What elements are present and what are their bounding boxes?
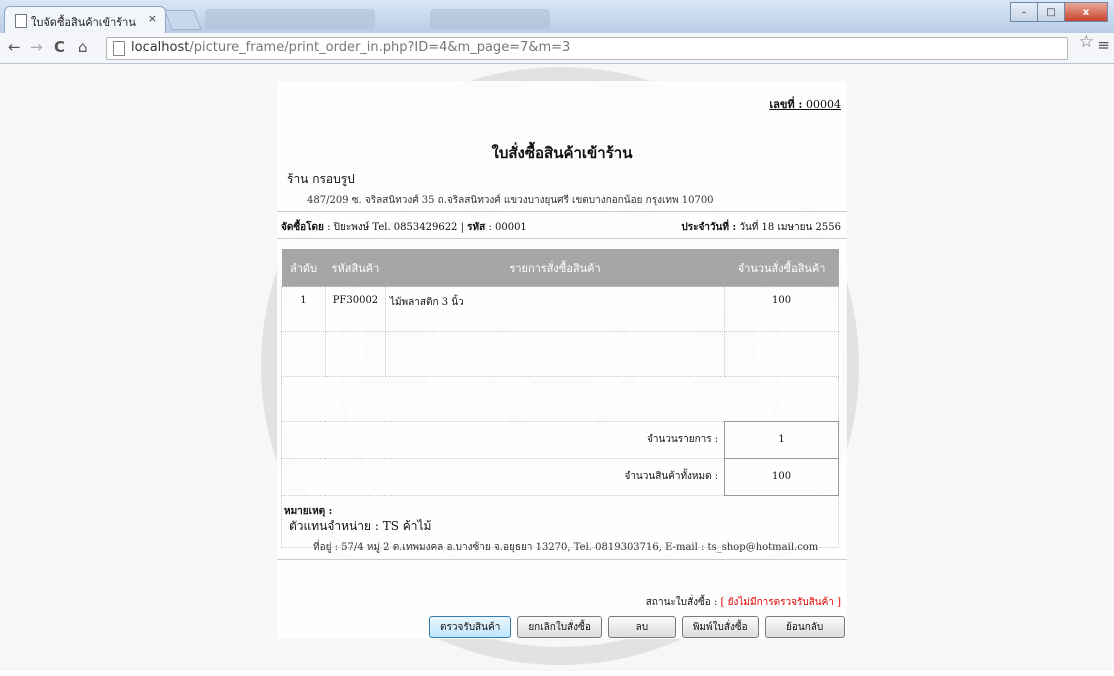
back-button[interactable]: ย้อนกลับ <box>764 616 845 638</box>
maximize-button[interactable]: □ <box>1037 2 1065 22</box>
order-date-value: วันที่ 18 เมษายน 2556 <box>739 222 841 233</box>
column-header: จำนวนสั่งซื้อสินค้า <box>724 249 839 287</box>
total-items-label: จำนวนรายการ : <box>280 421 726 459</box>
table-row: 1 PF30002 ไม้พลาสติก 3 นิ้ว 100 <box>281 286 839 332</box>
address-url: localhost/picture_frame/print_order_in.p… <box>131 40 570 55</box>
window-titlebar: ใบจัดซื้อสินค้าเข้าร้าน × – □ x <box>0 0 1114 34</box>
total-items-value: 1 <box>724 421 839 459</box>
bookmark-star-icon[interactable]: ☆ <box>1079 32 1094 52</box>
page-title: ใบสั่งซื้อสินค้าเข้าร้าน <box>491 144 633 162</box>
divider <box>277 211 847 212</box>
purchase-order-document: เลขที่ : 00004 ใบสั่งซื้อสินค้าเข้าร้าน … <box>277 81 847 639</box>
column-header: รหัสสินค้า <box>325 249 386 287</box>
column-header: รายการสั่งซื้อสินค้า <box>385 249 725 287</box>
status-badge: [ ยังไม่มีการตรวจรับสินค้า ] <box>720 597 841 608</box>
supplier-name: ตัวแทนจำหน่าย : TS ค้าไม้ <box>289 519 432 533</box>
order-items-table: ลำดับ รหัสสินค้า รายการสั่งซื้อสินค้า จำ… <box>280 249 839 548</box>
order-status: สถานะใบสั่งซื้อ : [ ยังไม่มีการตรวจรับสิ… <box>646 595 841 610</box>
page-icon <box>15 14 27 28</box>
total-items-row: จำนวนรายการ : 1 <box>280 421 839 459</box>
menu-icon[interactable]: ≡ <box>1097 36 1110 54</box>
page-viewport: เลขที่ : 00004 ใบสั่งซื้อสินค้าเข้าร้าน … <box>0 64 1114 671</box>
document-number: เลขที่ : 00004 <box>769 95 841 113</box>
table-row-empty <box>281 376 839 422</box>
tab-title: ใบจัดซื้อสินค้าเข้าร้าน <box>31 16 136 29</box>
delete-button[interactable]: ลบ <box>607 616 676 638</box>
print-order-button[interactable]: พิมพ์ใบสั่งซื้อ <box>681 616 759 638</box>
back-arrow-icon[interactable]: ← <box>8 38 21 56</box>
ordered-by-label: จัดซื้อโดย <box>281 222 324 233</box>
address-bar[interactable]: localhost/picture_frame/print_order_in.p… <box>106 37 1068 60</box>
home-icon[interactable]: ⌂ <box>78 38 88 56</box>
page-icon <box>113 41 125 56</box>
total-qty-row: จำนวนสินค้าทั้งหมด : 100 <box>280 458 839 496</box>
reload-icon[interactable]: C <box>54 38 65 56</box>
browser-toolbar: ← → C ⌂ localhost/picture_frame/print_or… <box>0 32 1114 64</box>
cancel-order-button[interactable]: ยกเลิกใบสั่งซื้อ <box>517 616 602 638</box>
order-date: ประจำวันที่ : วันที่ 18 เมษายน 2556 <box>681 220 841 235</box>
supplier-address: ที่อยู่ : 57/4 หมู่ 2 ต.เทพมงคล อ.บางซ้า… <box>313 542 819 553</box>
shop-address: 487/209 ซ. จริลสนิทวงศ์ 35 ถ.จริลสนิทวงศ… <box>307 195 714 206</box>
background-window-tab <box>205 9 375 29</box>
close-window-button[interactable]: x <box>1064 2 1108 22</box>
browser-tab[interactable]: ใบจัดซื้อสินค้าเข้าร้าน × <box>4 6 166 34</box>
order-quantity: 100 <box>724 286 839 332</box>
new-tab-button[interactable] <box>164 10 202 30</box>
minimize-button[interactable]: – <box>1010 2 1038 22</box>
document-number-label: เลขที่ : <box>769 98 803 111</box>
table-header-row: ลำดับ รหัสสินค้า รายการสั่งซื้อสินค้า จำ… <box>281 249 839 287</box>
shop-name: ร้าน กรอบรูป <box>287 172 355 186</box>
background-window-tab <box>430 9 550 29</box>
product-code: PF30002 <box>324 286 386 332</box>
divider <box>277 559 847 560</box>
column-header: ลำดับ <box>281 249 326 287</box>
forward-arrow-icon[interactable]: → <box>30 38 43 56</box>
ordered-by: จัดซื้อโดย : ปิยะพงษ์ Tel. 0853429622 | … <box>281 220 527 235</box>
ordered-by-value: : ปิยะพงษ์ Tel. 0853429622 | <box>327 222 464 233</box>
url-host: localhost <box>131 40 190 55</box>
code-value: : 00001 <box>488 222 527 233</box>
divider <box>277 238 847 239</box>
tab-close-icon[interactable]: × <box>148 12 157 25</box>
row-number: 1 <box>281 286 326 332</box>
code-label: รหัส <box>467 222 486 233</box>
total-qty-value: 100 <box>724 458 839 496</box>
order-date-label: ประจำวันที่ : <box>681 222 737 233</box>
product-name: ไม้พลาสติก 3 นิ้ว <box>384 286 726 332</box>
document-number-value: 00004 <box>806 98 841 111</box>
action-buttons: ตรวจรับสินค้า ยกเลิกใบสั่งซื้อ ลบ พิมพ์ใ… <box>429 616 845 638</box>
status-label: สถานะใบสั่งซื้อ : <box>645 597 718 608</box>
window-controls: – □ x <box>1010 2 1108 22</box>
receive-goods-button[interactable]: ตรวจรับสินค้า <box>429 616 512 638</box>
total-qty-label: จำนวนสินค้าทั้งหมด : <box>280 458 726 496</box>
table-row-empty <box>281 331 839 377</box>
url-path: /picture_frame/print_order_in.php?ID=4&m… <box>189 40 571 55</box>
